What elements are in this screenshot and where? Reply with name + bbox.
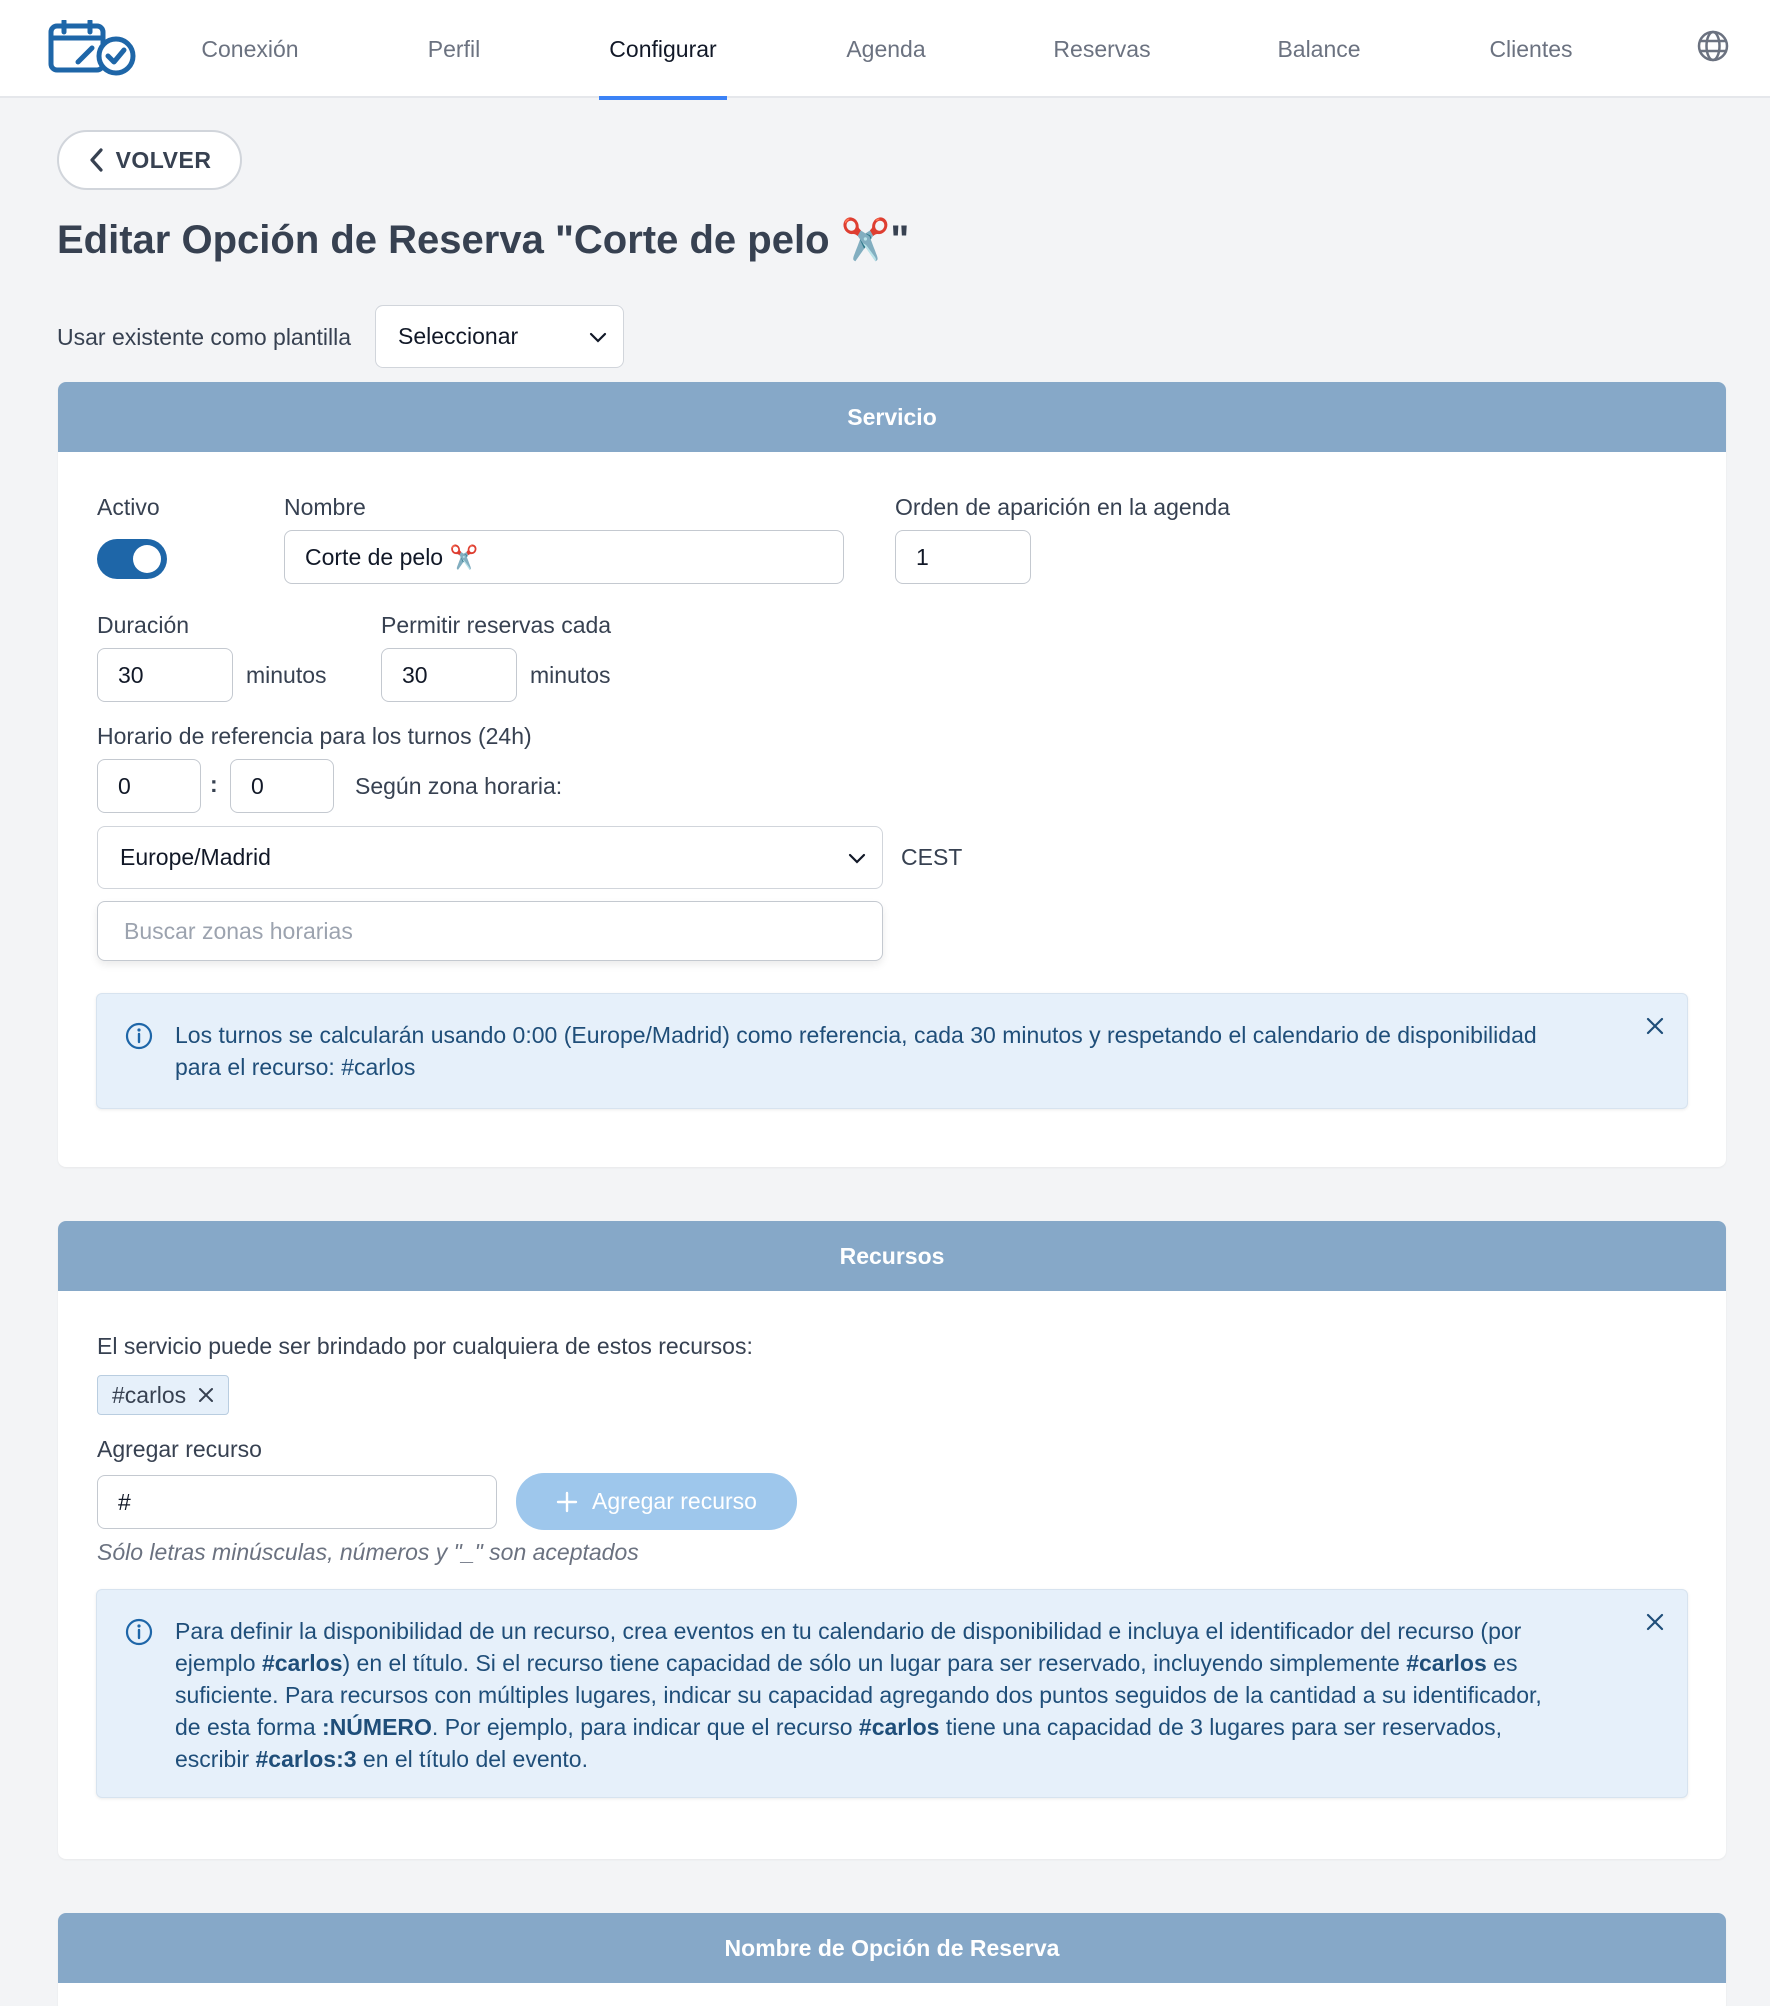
- timezone-search-input[interactable]: Buscar zonas horarias: [97, 901, 883, 961]
- nav-reservas[interactable]: Reservas: [1046, 0, 1158, 98]
- nav-agenda[interactable]: Agenda: [834, 0, 938, 98]
- resource-hint: Sólo letras minúsculas, números y "_" so…: [97, 1539, 639, 1565]
- recursos-alert-line5: escribir #carlos:3 en el título del even…: [175, 1746, 588, 1772]
- template-select-value: Seleccionar: [398, 323, 519, 349]
- minute-input[interactable]: 0: [230, 759, 334, 813]
- servicio-alert-line1: Los turnos se calcularán usando 0:00 (Eu…: [175, 1022, 1537, 1048]
- activo-label: Activo: [97, 494, 160, 520]
- chevron-down-icon: [848, 853, 866, 864]
- duracion-input[interactable]: 30: [97, 648, 233, 702]
- back-label: VOLVER: [115, 146, 212, 173]
- recursos-intro: El servicio puede ser brindado por cualq…: [97, 1333, 753, 1359]
- nombre-opcion-card: Nombre de Opción de Reserva: [58, 1913, 1726, 2006]
- chevron-down-icon: [589, 332, 607, 343]
- close-icon[interactable]: [1645, 1016, 1665, 1036]
- agregar-label: Agregar recurso: [97, 1436, 262, 1462]
- zona-label: Según zona horaria:: [355, 773, 563, 799]
- info-icon: [125, 1022, 153, 1050]
- duracion-label: Duración: [97, 612, 190, 638]
- recursos-info-alert: Para definir la disponibilidad de un rec…: [96, 1589, 1688, 1798]
- plus-icon: [556, 1491, 578, 1512]
- add-resource-label: Agregar recurso: [592, 1488, 757, 1514]
- servicio-card: Servicio Activo Nombre Corte de pelo ✂️ …: [58, 382, 1726, 1167]
- nav-conexion[interactable]: Conexión: [190, 0, 310, 98]
- permitir-label: Permitir reservas cada: [381, 612, 612, 638]
- recursos-card: Recursos El servicio puede ser brindado …: [58, 1221, 1726, 1859]
- nav-clientes[interactable]: Clientes: [1481, 0, 1581, 98]
- horario-label: Horario de referencia para los turnos (2…: [97, 723, 532, 749]
- servicio-header: Servicio: [58, 382, 1726, 452]
- activo-toggle[interactable]: [97, 539, 167, 579]
- remove-tag-icon[interactable]: [198, 1387, 214, 1403]
- nombre-opcion-header: Nombre de Opción de Reserva: [58, 1913, 1726, 1983]
- nav-balance[interactable]: Balance: [1271, 0, 1367, 98]
- top-navigation: Conexión Perfil Configurar Agenda Reserv…: [0, 0, 1770, 100]
- add-resource-button[interactable]: Agregar recurso: [516, 1473, 797, 1530]
- nav-perfil[interactable]: Perfil: [414, 0, 494, 98]
- timezone-abbr: CEST: [901, 844, 963, 870]
- recursos-alert-line1: Para definir la disponibilidad de un rec…: [175, 1618, 1522, 1644]
- close-icon[interactable]: [1645, 1612, 1665, 1632]
- servicio-alert-line2: para el recurso: #carlos: [175, 1054, 416, 1080]
- template-select[interactable]: Seleccionar: [375, 305, 624, 368]
- resource-tag-label: #carlos: [112, 1381, 187, 1408]
- nombre-label: Nombre: [284, 494, 366, 520]
- recursos-alert-text: Para definir la disponibilidad de un rec…: [175, 1615, 1607, 1775]
- hour-input[interactable]: 0: [97, 759, 201, 813]
- calendar-check-logo-icon[interactable]: [48, 20, 138, 76]
- page-title: Editar Opción de Reserva "Corte de pelo …: [57, 218, 910, 262]
- orden-label: Orden de aparición en la agenda: [895, 494, 1231, 520]
- back-button[interactable]: VOLVER: [57, 130, 242, 190]
- time-colon: :: [210, 771, 218, 797]
- orden-input[interactable]: 1: [895, 530, 1031, 584]
- resource-input[interactable]: #: [97, 1475, 497, 1529]
- info-icon: [125, 1618, 153, 1646]
- recursos-header: Recursos: [58, 1221, 1726, 1291]
- servicio-info-alert: Los turnos se calcularán usando 0:00 (Eu…: [96, 993, 1688, 1109]
- template-label: Usar existente como plantilla: [57, 324, 352, 350]
- servicio-alert-text: Los turnos se calcularán usando 0:00 (Eu…: [175, 1019, 1607, 1083]
- chevron-left-icon: [89, 148, 103, 172]
- recursos-alert-line4: de esta forma :NÚMERO. Por ejemplo, para…: [175, 1714, 1503, 1740]
- permitir-input[interactable]: 30: [381, 648, 517, 702]
- recursos-alert-line2: ejemplo #carlos) en el título. Si el rec…: [175, 1650, 1518, 1676]
- timezone-value: Europe/Madrid: [120, 844, 271, 870]
- permitir-unit: minutos: [530, 662, 611, 688]
- nombre-input[interactable]: Corte de pelo ✂️: [284, 530, 844, 584]
- recursos-alert-line3: suficiente. Para recursos con múltiples …: [175, 1682, 1542, 1708]
- duracion-unit: minutos: [246, 662, 327, 688]
- timezone-select[interactable]: Europe/Madrid: [97, 826, 883, 889]
- nav-configurar[interactable]: Configurar: [599, 0, 727, 100]
- globe-icon[interactable]: [1696, 29, 1730, 63]
- resource-tag: #carlos: [97, 1375, 230, 1415]
